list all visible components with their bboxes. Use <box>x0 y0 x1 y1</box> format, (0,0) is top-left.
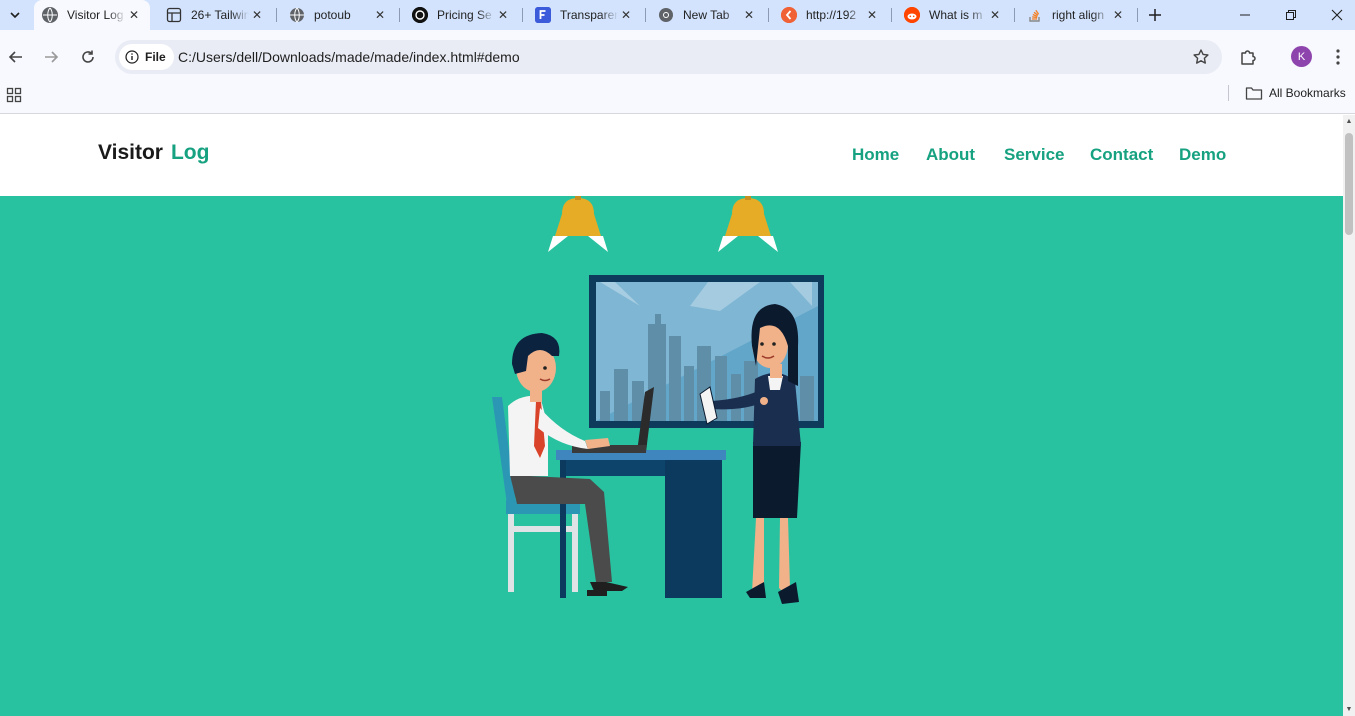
f-icon <box>535 7 551 23</box>
stackoverflow-icon <box>1027 7 1043 23</box>
scroll-down-arrow-icon[interactable]: ▼ <box>1345 705 1353 713</box>
folder-icon <box>1245 87 1263 100</box>
chevron-down-icon <box>10 12 20 19</box>
office-desk <box>556 450 726 598</box>
close-icon <box>1331 9 1343 21</box>
office-reception-illustration <box>492 196 824 604</box>
globe-icon <box>42 7 58 23</box>
puzzle-icon <box>1241 50 1256 65</box>
tab-title: What is m <box>929 8 983 22</box>
minimize-button[interactable] <box>1222 0 1268 30</box>
close-icon[interactable]: ✕ <box>741 7 757 23</box>
forward-button[interactable] <box>37 43 65 71</box>
restore-icon <box>1286 10 1296 20</box>
tab-title: http://192 <box>806 8 857 22</box>
profile-avatar[interactable]: K <box>1291 46 1312 67</box>
scroll-up-arrow-icon[interactable]: ▲ <box>1345 117 1353 125</box>
minimize-icon <box>1240 14 1250 16</box>
tab-new-tab[interactable]: New Tab ✕ <box>650 0 765 30</box>
info-icon <box>125 50 139 64</box>
tab-tailwind[interactable]: 26+ Tailwind ✕ <box>158 0 273 30</box>
brand-first: Visitor <box>98 141 163 164</box>
site-info-chip[interactable]: File <box>119 44 174 70</box>
tab-strip: Visitor Log ✕ 26+ Tailwind ✕ potoub ✕ Pr… <box>0 0 1355 30</box>
nav-home-link[interactable]: Home <box>852 145 899 165</box>
orange-site-icon <box>781 7 797 23</box>
all-bookmarks-button[interactable]: All Bookmarks <box>1245 85 1346 101</box>
tab-transparent[interactable]: Transparent ✕ <box>527 0 642 30</box>
close-icon[interactable]: ✕ <box>372 7 388 23</box>
apps-grid-icon[interactable] <box>6 87 24 105</box>
pendant-lamp-right <box>718 196 778 252</box>
nav-service-link[interactable]: Service <box>1004 145 1065 165</box>
globe-icon <box>289 7 305 23</box>
menu-button[interactable] <box>1324 43 1352 71</box>
openai-icon <box>412 7 428 23</box>
chrome-icon <box>658 7 674 23</box>
page-scrollbar[interactable]: ▲ ▼ <box>1343 115 1355 716</box>
reload-button[interactable] <box>74 43 102 71</box>
arrow-left-icon <box>8 51 22 63</box>
tab-reddit[interactable]: What is m ✕ <box>896 0 1011 30</box>
reddit-icon <box>904 7 920 23</box>
all-bookmarks-label: All Bookmarks <box>1269 86 1346 100</box>
restore-button[interactable] <box>1268 0 1314 30</box>
browser-toolbar: File C:/Users/dell/Downloads/made/made/i… <box>0 30 1355 84</box>
site-logo[interactable]: Visitor Log <box>98 141 209 165</box>
kebab-menu-icon <box>1336 49 1340 65</box>
reload-icon <box>82 50 94 63</box>
bookmarks-divider <box>1228 85 1229 101</box>
address-bar[interactable]: File C:/Users/dell/Downloads/made/made/i… <box>115 40 1222 74</box>
site-chip-label: File <box>145 50 166 64</box>
url-text[interactable]: C:/Users/dell/Downloads/made/made/index.… <box>178 49 520 65</box>
nav-demo-link[interactable]: Demo <box>1179 145 1226 165</box>
tailwind-icon <box>166 7 182 23</box>
arrow-right-icon <box>45 51 59 63</box>
tab-title: Visitor Log <box>67 8 124 22</box>
bookmark-star-button[interactable] <box>1192 48 1210 71</box>
pendant-lamp-left <box>548 196 608 252</box>
nav-about-link[interactable]: About <box>926 145 975 165</box>
nav-contact-link[interactable]: Contact <box>1090 145 1153 165</box>
close-icon[interactable]: ✕ <box>864 7 880 23</box>
close-icon[interactable]: ✕ <box>495 7 511 23</box>
star-icon <box>1193 49 1209 64</box>
brand-second: Log <box>170 141 210 164</box>
close-icon[interactable]: ✕ <box>126 7 142 23</box>
tab-search-button[interactable] <box>4 4 26 26</box>
tab-pricing[interactable]: Pricing Se ✕ <box>404 0 519 30</box>
tab-title: potoub <box>314 8 351 22</box>
close-window-button[interactable] <box>1314 0 1355 30</box>
back-button[interactable] <box>2 43 30 71</box>
plus-icon <box>1149 9 1161 21</box>
tab-title: 26+ Tailwind <box>191 8 249 22</box>
tab-stackoverflow[interactable]: right align ✕ <box>1019 0 1134 30</box>
tab-potoub[interactable]: potoub ✕ <box>281 0 396 30</box>
tab-title: right align <box>1052 8 1105 22</box>
new-tab-button[interactable] <box>1143 3 1167 27</box>
tab-title: New Tab <box>683 8 730 22</box>
bookmarks-bar: All Bookmarks <box>0 84 1355 114</box>
tab-visitor-log[interactable]: Visitor Log ✕ <box>34 0 150 30</box>
site-header: Visitor Log Home About Service Contact De… <box>0 115 1343 196</box>
close-icon[interactable]: ✕ <box>618 7 634 23</box>
extensions-button[interactable] <box>1234 43 1262 71</box>
scroll-thumb[interactable] <box>1345 133 1353 235</box>
tab-title: Pricing Se <box>437 8 492 22</box>
tab-ip-address[interactable]: http://192 ✕ <box>773 0 888 30</box>
close-icon[interactable]: ✕ <box>987 7 1003 23</box>
close-icon[interactable]: ✕ <box>1110 7 1126 23</box>
web-page: Visitor Log Home About Service Contact De… <box>0 115 1343 716</box>
tab-title: Transparent <box>560 8 618 22</box>
close-icon[interactable]: ✕ <box>249 7 265 23</box>
